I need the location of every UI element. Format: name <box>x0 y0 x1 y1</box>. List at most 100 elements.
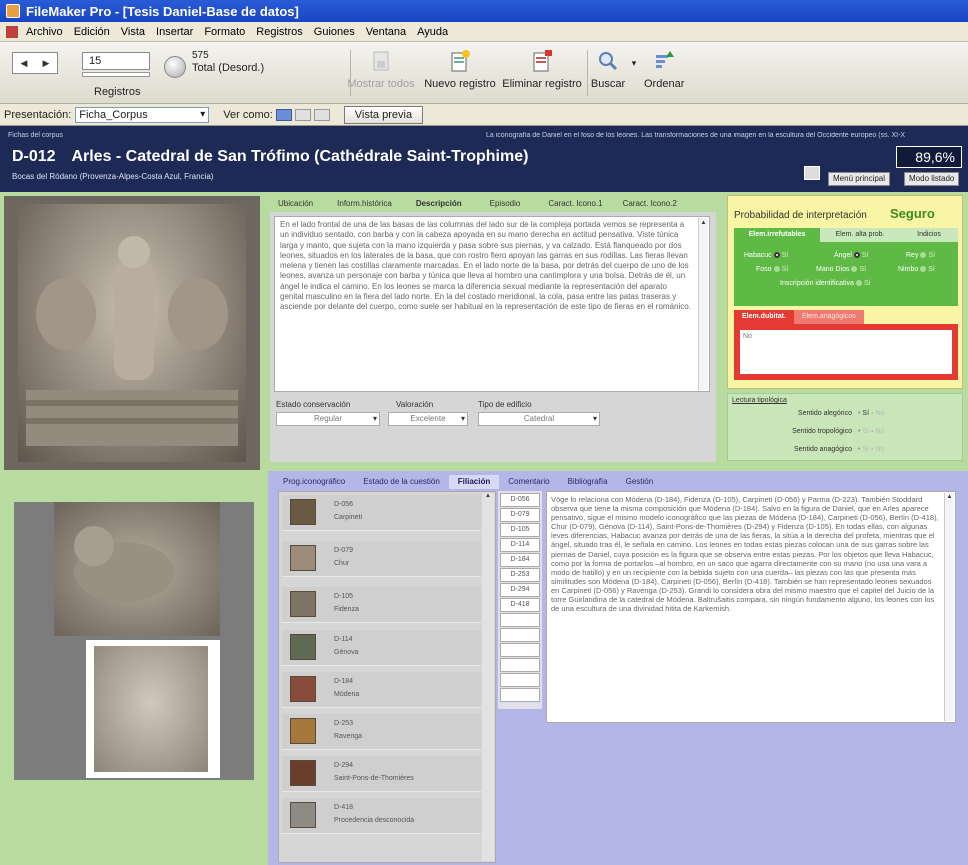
related-code-cell[interactable]: D-184 <box>500 553 540 567</box>
inscripcion-radio[interactable] <box>855 280 862 287</box>
related-code-empty[interactable] <box>500 643 540 657</box>
habacuc-radio[interactable] <box>773 252 780 259</box>
tab-gestion[interactable]: Gestión <box>617 475 663 489</box>
filiation-item[interactable]: D-253 Ravenga <box>282 714 481 750</box>
find-dropdown-icon[interactable]: ▾ <box>628 58 640 69</box>
menu-formato[interactable]: Formato <box>204 26 245 38</box>
foso-option[interactable]: Foso Sí <box>756 266 788 273</box>
tab-estado-cuestion[interactable]: Estado de la cuestión <box>354 475 449 489</box>
mano-dios-radio[interactable] <box>851 266 858 273</box>
menu-ayuda[interactable]: Ayuda <box>417 26 448 38</box>
related-code-empty[interactable] <box>500 688 540 702</box>
tab-indicios[interactable]: Indicios <box>900 228 958 242</box>
sort-button[interactable]: Ordenar <box>644 48 684 90</box>
related-code-empty[interactable] <box>500 613 540 627</box>
filiation-text[interactable]: Vöge lo relaciona con Módena (D-184), Fi… <box>546 491 956 723</box>
menu-registros[interactable]: Registros <box>256 26 302 38</box>
tab-bibliografia[interactable]: Bibliografía <box>559 475 617 489</box>
tab-ubicacion[interactable]: Ubicación <box>270 196 321 212</box>
angel-radio[interactable] <box>853 252 860 259</box>
main-menu-button[interactable]: Menú principal <box>828 172 891 186</box>
conservation-select[interactable]: Regular ▾ <box>276 412 380 426</box>
filiation-item[interactable]: D-184 Módena <box>282 672 481 708</box>
nimbo-option[interactable]: Nimbo Sí <box>898 266 935 273</box>
valuation-select[interactable]: Excelente ▾ <box>388 412 468 426</box>
show-all-button[interactable]: Mostrar todos <box>346 48 416 90</box>
tab-filiacion[interactable]: Filiación <box>448 475 500 489</box>
tab-caract-icono-1[interactable]: Caract. Icono.1 <box>540 196 610 212</box>
filiation-item[interactable]: D-105 Fidenza <box>282 587 481 623</box>
inscripcion-option[interactable]: Inscripción identificativa Sí <box>780 280 871 287</box>
tab-caract-icono-2[interactable]: Caract. Icono.2 <box>615 196 685 212</box>
filiation-item[interactable]: D-418 Procedencia desconocida <box>282 798 481 834</box>
building-select[interactable]: Catedral ▾ <box>478 412 600 426</box>
tab-prog-iconografico[interactable]: Prog.iconográfico <box>274 475 354 489</box>
allegorical-options[interactable]: • Sí ◦ No <box>858 410 884 417</box>
habacuc-option[interactable]: Habacuc Sí <box>744 252 788 259</box>
filiation-scrollbar[interactable]: ▲ <box>482 493 494 861</box>
record-slider[interactable] <box>82 72 150 77</box>
menu-ventana[interactable]: Ventana <box>366 26 406 38</box>
nimbo-radio[interactable] <box>920 266 927 273</box>
table-view-button[interactable] <box>313 108 330 121</box>
tropological-options[interactable]: • Sí ◦ No <box>858 428 884 435</box>
document-menu-icon[interactable] <box>6 25 18 38</box>
tab-episodio[interactable]: Episodio <box>482 196 529 212</box>
tab-elem-dubitat[interactable]: Elem.dubitat. <box>734 310 794 324</box>
related-code-empty[interactable] <box>500 628 540 642</box>
record-book-navigator[interactable]: ◀ ▶ <box>12 52 58 74</box>
record-number-input[interactable]: 15 <box>82 52 150 70</box>
find-button[interactable]: Buscar <box>588 48 628 90</box>
filiation-item[interactable]: D-056 Carpineti <box>282 495 481 531</box>
list-view-button[interactable] <box>294 108 311 121</box>
filiation-text-scrollbar[interactable]: ▲ <box>944 493 954 721</box>
menu-archivo[interactable]: Archivo <box>26 26 63 38</box>
rey-option[interactable]: Rey Sí <box>906 252 935 259</box>
next-record-icon[interactable]: ▶ <box>43 58 50 69</box>
tab-inform-historica[interactable]: Inform.histórica <box>329 196 400 212</box>
layout-select[interactable]: Ficha_Corpus <box>75 106 210 123</box>
menu-vista[interactable]: Vista <box>121 26 145 38</box>
related-code-cell[interactable]: D-114 <box>500 538 540 552</box>
tab-comentario[interactable]: Comentario <box>499 475 558 489</box>
menu-insertar[interactable]: Insertar <box>156 26 193 38</box>
anagogical-options[interactable]: • Sí ◦ No <box>858 446 884 453</box>
menu-guiones[interactable]: Guiones <box>314 26 355 38</box>
list-mode-button[interactable]: Modo listado <box>904 172 960 186</box>
filiation-item[interactable]: D-114 Génova <box>282 630 481 666</box>
lion-photo-2[interactable] <box>94 646 208 772</box>
tab-elem-anagogicos[interactable]: Elem.anagógicos <box>793 310 864 324</box>
previous-record-icon[interactable]: ◀ <box>21 58 28 69</box>
description-text[interactable]: En el lado frontal de una de las basas d… <box>274 216 710 392</box>
doubtful-elements-field[interactable]: No <box>740 330 952 374</box>
printer-icon[interactable] <box>804 166 820 180</box>
filiation-thumbnail <box>290 499 316 525</box>
menu-edicion[interactable]: Edición <box>74 26 110 38</box>
preview-button[interactable]: Vista previa <box>343 105 424 124</box>
lion-photo[interactable] <box>54 502 220 636</box>
tab-elem-irrefutables[interactable]: Elem.irrefutables <box>734 228 820 242</box>
main-photo-frame <box>4 196 260 470</box>
mano-dios-option[interactable]: Mano Dios Sí <box>816 266 866 273</box>
tab-elem-alta-prob[interactable]: Elem. alta prob. <box>820 228 900 242</box>
related-code-cell[interactable]: D-105 <box>500 523 540 537</box>
filiation-name: Ravenga <box>334 733 363 740</box>
tab-descripcion[interactable]: Descripción <box>408 196 470 212</box>
angel-option[interactable]: Ángel Sí <box>834 252 869 259</box>
related-code-cell[interactable]: D-418 <box>500 598 540 612</box>
related-code-cell[interactable]: D-294 <box>500 583 540 597</box>
sculpture-photo[interactable] <box>18 204 246 462</box>
filiation-item[interactable]: D-079 Chur <box>282 541 481 577</box>
related-code-cell[interactable]: D-056 <box>500 493 540 507</box>
related-code-empty[interactable] <box>500 673 540 687</box>
related-code-empty[interactable] <box>500 658 540 672</box>
form-view-button[interactable] <box>275 108 292 121</box>
related-code-cell[interactable]: D-253 <box>500 568 540 582</box>
filiation-item[interactable]: D-294 Saint-Pons-de-Thomières <box>282 756 481 792</box>
delete-record-button[interactable]: Eliminar registro <box>500 48 584 90</box>
rey-radio[interactable] <box>920 252 927 259</box>
description-scrollbar[interactable]: ▲ <box>698 218 708 390</box>
foso-radio[interactable] <box>773 266 780 273</box>
related-code-cell[interactable]: D-079 <box>500 508 540 522</box>
new-record-button[interactable]: Nuevo registro <box>422 48 498 90</box>
